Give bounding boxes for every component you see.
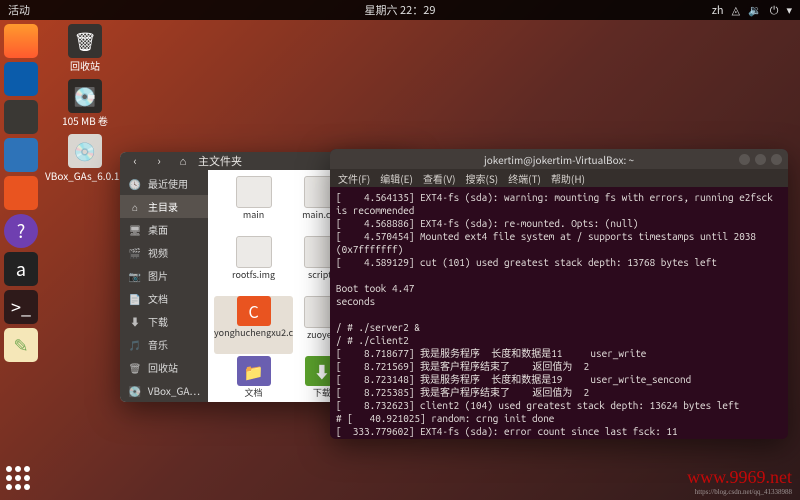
place-label: 桌面 [148, 222, 168, 237]
sidebar-item-音乐[interactable]: 🎵 音乐 [120, 333, 208, 356]
watermark: www.9969.nethttps://blog.csdn.net/qq_413… [687, 467, 792, 496]
dock-amazon[interactable]: a [4, 252, 38, 286]
file-yonghuchengxu2.c[interactable]: Cyonghuchengxu2.c [214, 296, 293, 354]
place-icon: 🗑 [128, 360, 142, 375]
place-icon: 📄 [128, 291, 142, 306]
system-menu-icon[interactable]: ▾ [786, 2, 792, 18]
place-label: 视频 [148, 245, 168, 260]
sidebar-item-主目录[interactable]: ⌂ 主目录 [120, 195, 208, 218]
terminal-window: jokertim@jokertim-VirtualBox: ~ 文件(F) 编辑(… [330, 149, 788, 439]
terminal-output[interactable]: [ 4.564135] EXT4-fs (sda): warning: moun… [330, 187, 788, 439]
menu-编辑[interactable]: 编辑(E) [380, 171, 413, 186]
dock-libreoffice-writer[interactable] [4, 138, 38, 172]
dock-terminal[interactable]: >_ [4, 290, 38, 324]
desktop-icons: 🗑回收站 💽105 MB 卷 💿VBox_GAs_6.0.12 [50, 24, 120, 183]
apps-grid-button[interactable] [6, 466, 34, 494]
forward-button[interactable]: › [150, 152, 168, 170]
menu-帮助[interactable]: 帮助(H) [551, 171, 585, 186]
path-label[interactable]: 主文件夹 [198, 153, 242, 169]
file-icon [236, 236, 272, 268]
back-button[interactable]: ‹ [126, 152, 144, 170]
place-label: 文档 [148, 291, 168, 306]
sidebar-item-视频[interactable]: 🎬 视频 [120, 241, 208, 264]
file-label: yonghuchengxu2.c [214, 326, 293, 339]
place-icon: 🎬 [128, 245, 142, 260]
file-label: rootfs.img [232, 268, 275, 281]
place-icon: 💽 [128, 383, 142, 398]
desktop-回收站[interactable]: 🗑回收站 [50, 24, 120, 73]
place-label: 回收站 [148, 360, 178, 375]
dock: ? a >_ ✎ [2, 22, 40, 362]
close-button[interactable] [771, 154, 782, 165]
menu-查看[interactable]: 查看(V) [423, 171, 456, 186]
file-icon: C [237, 296, 271, 326]
dock-thunderbird[interactable] [4, 62, 38, 96]
place-label: 主目录 [148, 199, 178, 214]
file-icon: 📁 [237, 356, 271, 386]
menu-文件[interactable]: 文件(F) [338, 171, 370, 186]
terminal-title: jokertim@jokertim-VirtualBox: ~ [484, 152, 634, 167]
desktop-105 MB 卷[interactable]: 💽105 MB 卷 [50, 79, 120, 128]
place-icon: 🖥 [128, 222, 142, 237]
place-label: 最近使用 [148, 176, 188, 191]
place-label: 图片 [148, 268, 168, 283]
activities-button[interactable]: 活动 [8, 2, 30, 18]
sidebar-item-桌面[interactable]: 🖥 桌面 [120, 218, 208, 241]
volume-icon[interactable]: 🔉 [748, 2, 762, 18]
place-label: 音乐 [148, 337, 168, 352]
file-label: 文档 [245, 386, 263, 399]
sidebar-item-图片[interactable]: 📷 图片 [120, 264, 208, 287]
place-icon: ⌂ [128, 199, 142, 214]
sidebar-item-文档[interactable]: 📄 文档 [120, 287, 208, 310]
dock-firefox[interactable] [4, 24, 38, 58]
top-bar: 活动 星期六 22：29 zh ◬ 🔉 ⏻ ▾ [0, 0, 800, 20]
terminal-titlebar: jokertim@jokertim-VirtualBox: ~ [330, 149, 788, 169]
clock[interactable]: 星期六 22：29 [365, 2, 436, 18]
sidebar-item-下载[interactable]: ⬇ 下载 [120, 310, 208, 333]
menu-终端[interactable]: 终端(T) [508, 171, 541, 186]
input-source[interactable]: zh [712, 2, 724, 18]
file-label: 下载 [313, 386, 331, 399]
sidebar-item-回收站[interactable]: 🗑 回收站 [120, 356, 208, 379]
network-icon[interactable]: ◬ [732, 2, 740, 18]
place-icon: 🕓 [128, 176, 142, 191]
place-label: 下载 [148, 314, 168, 329]
power-icon[interactable]: ⏻ [770, 2, 779, 18]
place-label: VBox_GA… [148, 383, 200, 398]
sidebar-item-VBox_GA…[interactable]: 💽 VBox_GA… [120, 379, 208, 402]
sidebar-item-最近使用[interactable]: 🕓 最近使用 [120, 172, 208, 195]
home-icon: ⌂ [174, 152, 192, 170]
menu-搜索[interactable]: 搜索(S) [465, 171, 498, 186]
place-icon: 🎵 [128, 337, 142, 352]
dock-ubuntu-software[interactable] [4, 176, 38, 210]
file-rootfs.img[interactable]: rootfs.img [214, 236, 293, 294]
terminal-menubar: 文件(F) 编辑(E) 查看(V) 搜索(S) 终端(T) 帮助(H) [330, 169, 788, 187]
file-main[interactable]: main [214, 176, 293, 234]
dock-files[interactable] [4, 100, 38, 134]
place-icon: ⬇ [128, 314, 142, 329]
minimize-button[interactable] [739, 154, 750, 165]
maximize-button[interactable] [755, 154, 766, 165]
file-label: main [243, 208, 264, 221]
fm-sidebar: 🕓 最近使用 ⌂ 主目录 🖥 桌面 🎬 视频 📷 图片 📄 文档 ⬇ 下载 🎵 音乐 🗑 回收站 💽 VBox_GA…… [120, 170, 208, 402]
dock-帮助[interactable]: ? [4, 214, 38, 248]
place-icon: 📷 [128, 268, 142, 283]
dock-text-editor[interactable]: ✎ [4, 328, 38, 362]
file-文档[interactable]: 📁文档 [214, 356, 293, 402]
desktop-VBox_GAs_6.0.12[interactable]: 💿VBox_GAs_6.0.12 [50, 134, 120, 183]
file-icon [236, 176, 272, 208]
